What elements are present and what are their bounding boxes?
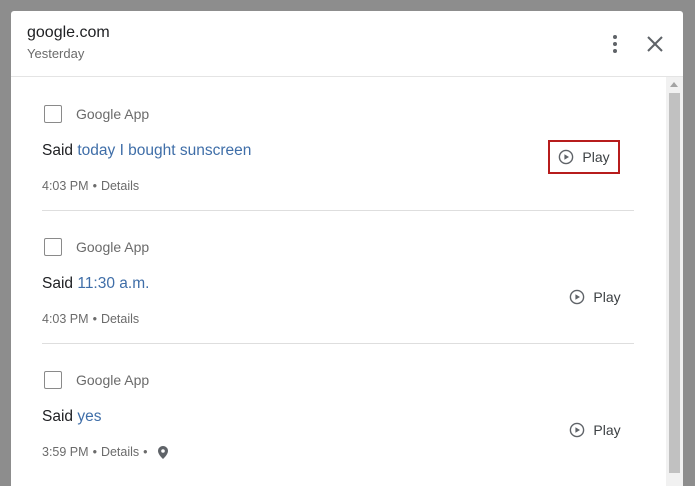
meta-separator: • [92, 445, 97, 459]
details-link[interactable]: Details [101, 312, 139, 326]
meta-separator: • [92, 179, 97, 193]
close-icon[interactable] [644, 33, 666, 55]
item-time: 4:03 PM [42, 312, 89, 326]
said-prefix: Said [42, 275, 74, 292]
item-meta: 3:59 PM • Details • [42, 445, 168, 459]
location-pin-icon[interactable] [157, 445, 168, 459]
play-label: Play [582, 149, 610, 165]
play-circle-icon [559, 149, 574, 165]
item-meta: 4:03 PM • Details [42, 179, 139, 193]
play-circle-icon [570, 422, 585, 438]
activity-item: Google App Said 11:30 a.m. 4:03 PM • Det… [42, 210, 634, 344]
activity-item: Google App Said today I bought sunscreen… [42, 77, 634, 211]
said-prefix: Said [42, 142, 74, 159]
details-link[interactable]: Details [101, 445, 139, 459]
app-name: Google App [76, 239, 150, 255]
said-quote: today I bought sunscreen [77, 142, 252, 159]
select-checkbox[interactable] [44, 371, 62, 389]
scroll-up-arrow-icon[interactable] [670, 82, 678, 87]
play-label: Play [593, 289, 621, 305]
meta-separator: • [92, 312, 97, 326]
said-quote: yes [77, 408, 102, 425]
details-link[interactable]: Details [101, 179, 139, 193]
play-circle-icon [570, 289, 585, 305]
app-name: Google App [76, 106, 150, 122]
said-text: Said today I bought sunscreen [42, 142, 251, 160]
play-button[interactable]: Play [548, 140, 620, 174]
play-button[interactable]: Play [559, 413, 631, 447]
item-meta: 4:03 PM • Details [42, 312, 139, 326]
item-time: 3:59 PM [42, 445, 89, 459]
activity-list[interactable]: Google App Said today I bought sunscreen… [11, 77, 683, 486]
said-prefix: Said [42, 408, 74, 425]
scrollbar[interactable] [666, 77, 683, 486]
select-checkbox[interactable] [44, 105, 62, 123]
said-text: Said 11:30 a.m. [42, 275, 149, 293]
said-text: Said yes [42, 408, 101, 426]
more-vert-icon[interactable] [605, 33, 625, 55]
app-name: Google App [76, 372, 150, 388]
play-button[interactable]: Play [559, 280, 631, 314]
select-checkbox[interactable] [44, 238, 62, 256]
activity-item: Google App Said yes 3:59 PM • Details • [42, 343, 634, 476]
scrollbar-thumb[interactable] [669, 93, 680, 473]
dialog-header: google.com Yesterday [11, 11, 683, 77]
meta-separator: • [143, 445, 148, 459]
item-time: 4:03 PM [42, 179, 89, 193]
play-label: Play [593, 422, 621, 438]
dialog-title: google.com [27, 24, 110, 41]
dialog-subtitle: Yesterday [27, 46, 85, 61]
activity-dialog: google.com Yesterday Google App Said tod… [11, 11, 683, 486]
said-quote: 11:30 a.m. [77, 275, 150, 292]
